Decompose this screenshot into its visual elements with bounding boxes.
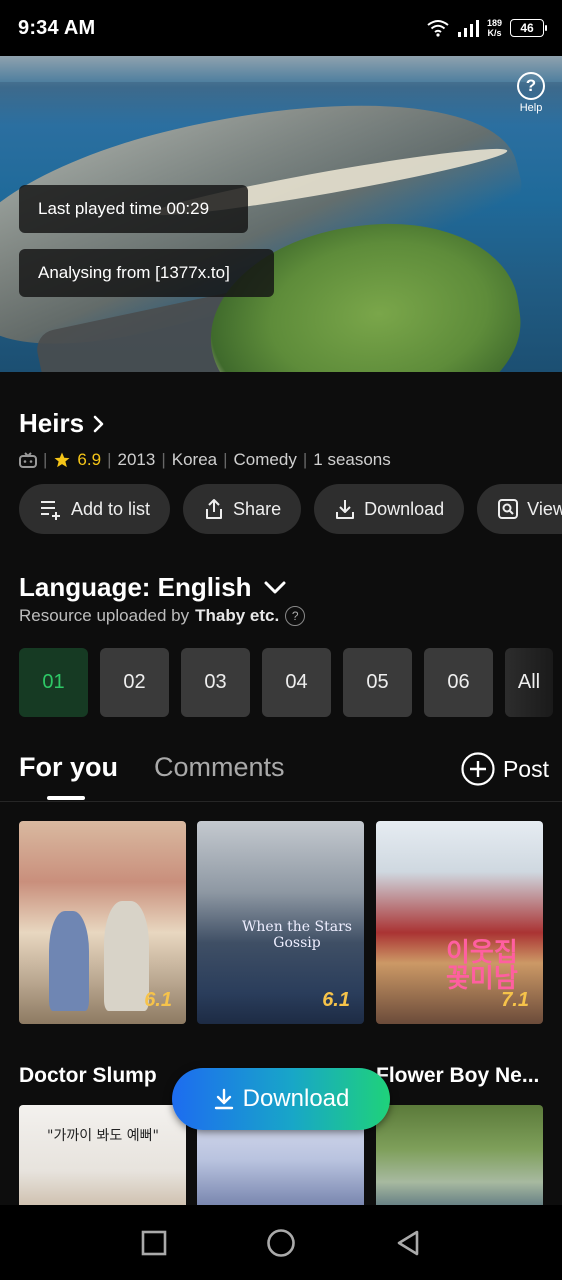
meta-separator: |: [107, 450, 112, 469]
download-icon: [214, 1088, 233, 1110]
show-title-link[interactable]: Heirs: [19, 408, 104, 439]
battery-icon: 46: [510, 19, 547, 37]
help-icon: ?: [517, 72, 545, 100]
share-label: Share: [233, 498, 282, 519]
rating-value: 6.9: [77, 450, 102, 469]
view-button[interactable]: View: [477, 484, 562, 534]
poster-title-text: 이웃집 꽃미남: [446, 937, 518, 993]
poster-flower-boy[interactable]: 이웃집 꽃미남 7.1: [376, 821, 543, 1024]
network-speed-value: 189: [486, 18, 502, 28]
resource-uploader: Resource uploaded by Thaby etc. ?: [19, 606, 306, 626]
language-selector[interactable]: Language: English: [19, 572, 286, 603]
status-bar: 9:34 AM 189 K/s 46: [0, 0, 562, 56]
poster-when-the-stars-gossip[interactable]: When the Stars Gossip 6.1: [197, 821, 364, 1024]
poster-caption: Doctor Slump: [19, 1064, 157, 1087]
poster-figure: [104, 901, 149, 1011]
poster-row2-1[interactable]: "가까이 봐도 예뻐": [19, 1105, 186, 1215]
uploader-name: Thaby etc.: [195, 606, 280, 625]
square-icon: [141, 1230, 166, 1255]
episode-button-01[interactable]: 01: [19, 648, 88, 717]
download-label: Download: [364, 498, 445, 519]
rating-badge: 7.1: [501, 989, 529, 1011]
tv-icon: [19, 452, 37, 468]
share-icon: [206, 499, 223, 519]
all-episodes-button[interactable]: All: [505, 648, 553, 717]
content-tabs: For you Comments Post: [19, 752, 549, 800]
show-meta: | 6.9 | 2013 | Korea | Comedy | 1 season…: [19, 450, 391, 470]
star-icon: [54, 452, 70, 468]
video-horizon: [0, 56, 562, 82]
triangle-back-icon: [398, 1230, 419, 1255]
meta-separator: |: [223, 450, 228, 469]
episode-list: 01 02 03 04 05 06 All: [19, 648, 553, 717]
last-played-toast: Last played time 00:29: [19, 185, 248, 233]
tab-for-you[interactable]: For you: [19, 752, 118, 783]
status-icons: 189 K/s 46: [427, 18, 547, 38]
post-button[interactable]: Post: [461, 752, 549, 786]
genre: Comedy: [233, 450, 297, 469]
meta-separator: |: [161, 450, 166, 469]
language-label: Language: English: [19, 572, 252, 602]
back-button[interactable]: [391, 1226, 425, 1260]
analysing-toast: Analysing from [1377x.to]: [19, 249, 274, 297]
poster-row2-3[interactable]: [376, 1105, 543, 1215]
plus-circle-icon: [461, 752, 495, 786]
episode-button-02[interactable]: 02: [100, 648, 169, 717]
show-title: Heirs: [19, 408, 85, 438]
download-icon: [336, 500, 355, 519]
question-icon[interactable]: ?: [285, 606, 306, 626]
meta-separator: |: [43, 450, 48, 469]
video-player[interactable]: ? Help Last played time 00:29 Analysing …: [0, 56, 562, 372]
share-button[interactable]: Share: [183, 484, 302, 534]
add-to-list-button[interactable]: Add to list: [19, 484, 171, 534]
circle-icon: [267, 1228, 295, 1257]
status-time: 9:34 AM: [18, 16, 96, 39]
post-label: Post: [502, 755, 549, 782]
system-nav-bar: [0, 1205, 562, 1280]
rating-badge: 6.1: [144, 989, 172, 1011]
tab-comments[interactable]: Comments: [154, 752, 285, 783]
network-speed: 189 K/s: [487, 18, 502, 38]
poster-caption: Flower Boy Ne...: [376, 1064, 540, 1087]
add-to-list-icon: [41, 501, 60, 520]
active-tab-indicator: [47, 796, 85, 800]
network-speed-unit: K/s: [487, 28, 502, 38]
help-button[interactable]: ? Help: [516, 72, 546, 114]
poster-title-text: When the Stars Gossip: [242, 919, 352, 951]
chevron-down-icon: [264, 581, 286, 593]
year: 2013: [117, 450, 156, 469]
view-label: View: [527, 498, 562, 519]
seasons: 1 seasons: [313, 450, 391, 469]
action-row: Add to list Share Download View: [19, 484, 562, 534]
episode-button-04[interactable]: 04: [262, 648, 331, 717]
uploaded-prefix: Resource uploaded by: [19, 606, 190, 625]
download-button[interactable]: Download: [314, 484, 465, 534]
floating-download-button[interactable]: Download: [172, 1068, 390, 1130]
poster-title-text: "가까이 봐도 예뻐": [47, 1128, 159, 1144]
poster-doctor-slump[interactable]: 6.1: [19, 821, 186, 1024]
floating-download-label: Download: [242, 1085, 350, 1112]
episode-button-03[interactable]: 03: [181, 648, 250, 717]
battery-level: 46: [520, 21, 534, 35]
country: Korea: [171, 450, 218, 469]
wifi-icon: [427, 20, 449, 37]
signal-icon: [457, 20, 479, 37]
rating-badge: 6.1: [322, 989, 350, 1011]
meta-separator: |: [302, 450, 308, 469]
episode-button-05[interactable]: 05: [343, 648, 412, 717]
tabs-divider: [0, 801, 562, 802]
poster-figure: [49, 911, 89, 1011]
home-button[interactable]: [264, 1226, 298, 1260]
episode-button-06[interactable]: 06: [424, 648, 493, 717]
add-to-list-label: Add to list: [71, 498, 151, 519]
recent-apps-button[interactable]: [137, 1226, 171, 1260]
view-icon: [498, 499, 519, 519]
help-label: Help: [519, 102, 543, 114]
chevron-right-icon: [93, 415, 104, 432]
